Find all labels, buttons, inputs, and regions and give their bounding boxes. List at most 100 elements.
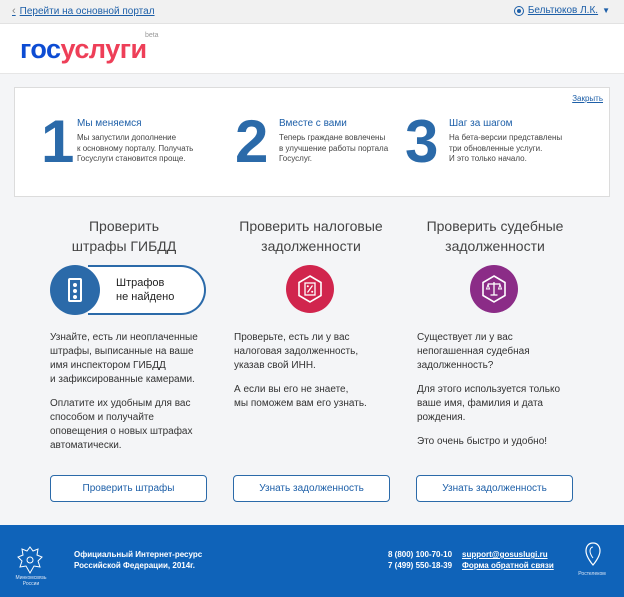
- service-fines-title: Проверить штрафы ГИБДД: [44, 216, 214, 256]
- official-resource-text: Официальный Интернет-ресурс Российской Ф…: [74, 549, 202, 571]
- court-icon-badge: [470, 265, 520, 315]
- desc-paragraph: Это очень быстро и удобно!: [417, 435, 577, 449]
- desc-paragraph: Для этого используется только ваше имя, …: [417, 383, 577, 425]
- step-desc-line: к основному порталу. Получать: [77, 143, 194, 153]
- desc-paragraph: Узнайте, есть ли неоплаченные штрафы, вы…: [50, 331, 215, 387]
- ministry-label-line: России: [22, 581, 40, 587]
- step-description: Мы запустили дополнение к основному порт…: [77, 133, 217, 165]
- desc-line: налоговая задолженность,: [234, 346, 359, 357]
- fines-status-text: Штрафов не найдено: [116, 276, 174, 304]
- status-line: не найдено: [116, 291, 175, 303]
- site-header: госуслуги beta: [0, 24, 624, 74]
- feedback-form-link[interactable]: Форма обратной связи: [462, 560, 554, 571]
- service-title: Проверить налоговые задолженности: [226, 216, 396, 256]
- step-desc-line: Госуслуг.: [279, 154, 312, 163]
- tax-icon-badge: [286, 265, 336, 315]
- title-line: Проверить: [88, 218, 159, 234]
- footer-links: support@gosuslugi.ru Форма обратной связ…: [462, 549, 554, 571]
- rostelecom-label: Ростелеком: [578, 571, 606, 577]
- title-line: задолженности: [445, 238, 545, 254]
- desc-line: мы поможем вам его узнать.: [234, 398, 367, 409]
- chevron-left-icon: ‹: [12, 5, 16, 17]
- main-portal-link[interactable]: ‹ Перейти на основной портал: [12, 5, 155, 17]
- step-desc-line: Госуслуги становится проще.: [77, 154, 186, 163]
- desc-line: А если вы его не знаете,: [234, 384, 349, 395]
- desc-line: автоматически.: [50, 440, 122, 451]
- phone-number[interactable]: 7 (499) 550-18-39: [388, 560, 452, 571]
- footer-info-line: Российской Федерации, 2014г.: [74, 561, 195, 570]
- support-phones: 8 (800) 100-70-10 7 (499) 550-18-39: [388, 549, 452, 571]
- desc-line: Для этого используется только: [417, 384, 561, 395]
- fines-status-badge: Штрафов не найдено: [50, 265, 210, 315]
- desc-line: оповещения о новых штрафах: [50, 426, 193, 437]
- desc-line: указав свой ИНН.: [234, 360, 316, 371]
- fines-description: Узнайте, есть ли неоплаченные штрафы, вы…: [50, 331, 215, 463]
- step-description: На бета-версии представлены три обновлен…: [449, 133, 589, 165]
- desc-paragraph: Проверьте, есть ли у вас налоговая задол…: [234, 331, 394, 373]
- desc-paragraph: Существует ли у вас непогашенная судебна…: [417, 331, 577, 373]
- desc-line: Это очень быстро и удобно!: [417, 436, 548, 447]
- user-menu[interactable]: Бельтюков Л.К. ▼: [513, 5, 610, 16]
- tax-percent-icon: [298, 275, 322, 303]
- desc-paragraph: А если вы его не знаете, мы поможем вам …: [234, 383, 394, 411]
- coat-of-arms-icon: [17, 546, 43, 575]
- service-title: Проверить штрафы ГИБДД: [44, 216, 204, 256]
- desc-line: способом и получайте: [50, 412, 154, 423]
- fines-icon-circle: [50, 265, 100, 315]
- title-line: штрафы ГИБДД: [71, 238, 177, 254]
- rostelecom-logo-icon[interactable]: [584, 541, 602, 567]
- logo-part-uslugi: услуги: [60, 34, 148, 64]
- top-strip: ‹ Перейти на основной портал Бельтюков Л…: [0, 0, 624, 24]
- traffic-light-icon: [68, 278, 82, 302]
- step-number: 2: [235, 108, 269, 175]
- step-3: 3 Шаг за шагом На бета-версии представле…: [405, 108, 605, 184]
- title-line: Проверить налоговые: [239, 218, 383, 234]
- support-email-link[interactable]: support@gosuslugi.ru: [462, 549, 554, 560]
- desc-line: Узнайте, есть ли неоплаченные: [50, 332, 198, 343]
- close-banner-link[interactable]: Закрыть: [572, 94, 603, 103]
- step-desc-line: Мы запустили дополнение: [77, 133, 177, 142]
- desc-line: имя инспектором ГИБДД: [50, 360, 166, 371]
- status-line: Штрафов: [116, 277, 165, 289]
- desc-line: рождения.: [417, 412, 466, 423]
- desc-line: Существует ли у вас: [417, 332, 513, 343]
- court-icon-circle: [470, 265, 518, 313]
- step-desc-line: На бета-версии представлены: [449, 133, 563, 142]
- desc-line: задолженность?: [417, 360, 494, 371]
- tax-description: Проверьте, есть ли у вас налоговая задол…: [234, 331, 394, 421]
- title-line: Проверить судебные: [426, 218, 564, 234]
- court-description: Существует ли у вас непогашенная судебна…: [417, 331, 577, 459]
- step-1: 1 Мы меняемся Мы запустили дополнение к …: [41, 108, 221, 184]
- desc-line: штрафы, выписанные на ваше: [50, 346, 194, 357]
- tax-icon-circle: [286, 265, 334, 313]
- main-portal-link-label: Перейти на основной портал: [19, 5, 155, 17]
- gosuslugi-logo[interactable]: госуслуги beta: [20, 32, 159, 65]
- desc-line: Оплатите их удобным для вас: [50, 398, 191, 409]
- desc-line: и зафиксированные камерами.: [50, 374, 195, 385]
- step-description: Теперь граждане вовлечены в улучшение ра…: [279, 133, 419, 165]
- desc-line: Проверьте, есть ли у вас: [234, 332, 350, 343]
- desc-line: ваше имя, фамилия и дата: [417, 398, 543, 409]
- step-number: 3: [405, 108, 439, 175]
- scales-icon: [482, 275, 506, 303]
- ministry-label: Минкомсвязь России: [12, 575, 50, 587]
- check-fines-button[interactable]: Проверить штрафы: [50, 475, 207, 502]
- step-desc-line: И это только начало.: [449, 154, 527, 163]
- service-court-title: Проверить судебные задолженности: [410, 216, 580, 256]
- step-title: Мы меняемся: [77, 118, 142, 129]
- check-court-debt-button[interactable]: Узнать задолженность: [416, 475, 573, 502]
- footer-info-line: Официальный Интернет-ресурс: [74, 550, 203, 559]
- user-icon: [513, 5, 524, 16]
- beta-badge: beta: [144, 32, 159, 39]
- step-desc-line: Теперь граждане вовлечены: [279, 133, 386, 142]
- caret-down-icon: ▼: [602, 6, 610, 15]
- site-footer: Минкомсвязь России Официальный Интернет-…: [0, 525, 624, 597]
- step-number: 1: [41, 108, 75, 175]
- step-title: Шаг за шагом: [449, 118, 513, 129]
- phone-number[interactable]: 8 (800) 100-70-10: [388, 549, 452, 560]
- service-tax-title: Проверить налоговые задолженности: [226, 216, 396, 256]
- check-tax-debt-button[interactable]: Узнать задолженность: [233, 475, 390, 502]
- step-2: 2 Вместе с вами Теперь граждане вовлечен…: [235, 108, 415, 184]
- info-banner: Закрыть 1 Мы меняемся Мы запустили допол…: [14, 87, 610, 197]
- user-name: Бельтюков Л.К.: [527, 5, 599, 16]
